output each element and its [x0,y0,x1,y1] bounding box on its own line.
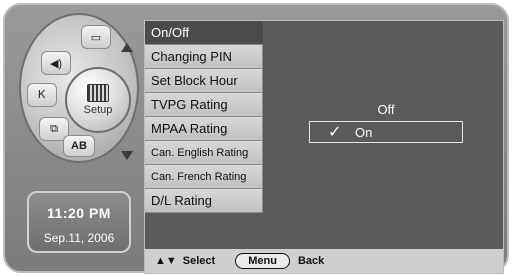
menu-item-can-english-rating[interactable]: Can. English Rating [145,141,263,165]
option-off[interactable]: Off [309,99,463,121]
display-icon[interactable]: ▭ [81,25,111,49]
menu-item-tvpg-rating[interactable]: TVPG Rating [145,93,263,117]
select-label: Select [182,255,216,267]
menu-item-changing-pin[interactable]: Changing PIN [145,45,263,69]
setup-button[interactable]: Setup [65,67,131,133]
sound-icon[interactable]: ◀) [41,51,71,75]
clock-date: Sep.11, 2006 [43,231,115,245]
menu-button[interactable]: Menu [235,253,290,269]
clock-time: 11:20 PM [47,205,111,221]
option-list: Off ✓ On [309,99,463,143]
channel-icon[interactable]: Ꮶ [27,83,57,107]
down-arrow-icon[interactable] [121,151,133,160]
setup-label: Setup [83,104,113,116]
menu-item-dl-rating[interactable]: D/L Rating [145,189,263,213]
clock-panel: 11:20 PM Sep.11, 2006 [27,191,131,253]
option-on-label: On [355,125,373,140]
menu-panel: On/Off Changing PIN Set Block Hour TVPG … [144,20,504,274]
setup-icon [87,84,109,102]
navigation-dial[interactable]: ▭ ◀) Ꮶ ⧉ AB Setup [19,13,139,163]
up-arrow-icon[interactable] [121,43,133,52]
option-off-label: Off [377,102,395,117]
checkmark-icon: ✓ [328,124,342,141]
menu-item-set-block-hour[interactable]: Set Block Hour [145,69,263,93]
ab-button[interactable]: AB [63,135,95,157]
tv-frame: ▭ ◀) Ꮶ ⧉ AB Setup 11:20 PM Sep.11, 2006 … [3,3,509,274]
back-label: Back [297,255,325,267]
menu-item-can-french-rating[interactable]: Can. French Rating [145,165,263,189]
menu-item-on-off[interactable]: On/Off [145,21,263,45]
footer-bar: ▲▼ Select Menu Back [145,249,503,273]
nav-arrows-icon: ▲▼ [155,255,177,267]
menu-item-mpaa-rating[interactable]: MPAA Rating [145,117,263,141]
option-on[interactable]: ✓ On [309,121,463,143]
menu-list: On/Off Changing PIN Set Block Hour TVPG … [145,21,263,213]
